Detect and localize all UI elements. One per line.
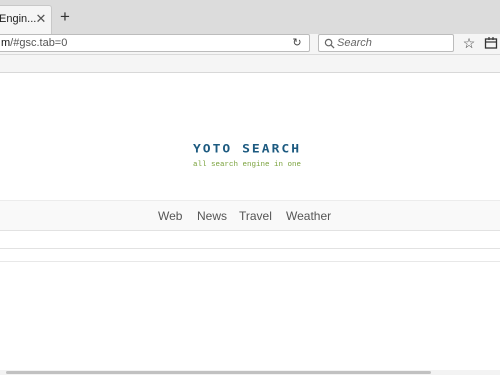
nav-bar: m/#gsc.tab=0 ↻ ☆ <box>0 34 500 55</box>
library-icon[interactable] <box>484 36 498 50</box>
tab-title: Engin... <box>0 13 37 25</box>
site-logo[interactable]: YOTO SEARCH all search engine in one <box>167 143 327 173</box>
search-category-nav: Web News Travel Weather <box>0 200 500 231</box>
nav-link-travel[interactable]: Travel <box>239 209 272 223</box>
nav-link-news[interactable]: News <box>197 209 227 223</box>
bookmarks-toolbar <box>0 55 500 73</box>
search-icon <box>324 38 335 49</box>
star-icon[interactable]: ☆ <box>461 35 477 51</box>
plus-icon[interactable]: + <box>57 8 73 25</box>
address-bar[interactable]: m/#gsc.tab=0 ↻ <box>0 34 310 52</box>
search-bar[interactable] <box>318 34 454 52</box>
tab-strip: Engin... ✕ + <box>0 0 500 35</box>
url-host: m <box>1 37 11 49</box>
reload-icon[interactable]: ↻ <box>291 37 303 49</box>
horizontal-scrollbar[interactable] <box>0 370 500 375</box>
logo-title: YOTO SEARCH <box>192 143 302 156</box>
close-icon[interactable]: ✕ <box>35 12 47 25</box>
logo-tagline: all search engine in one <box>192 161 302 169</box>
url-text: m/#gsc.tab=0 <box>1 37 67 49</box>
url-path: /#gsc.tab=0 <box>10 37 68 49</box>
search-input[interactable] <box>337 35 447 51</box>
nav-link-weather[interactable]: Weather <box>286 209 331 223</box>
results-divider <box>0 248 500 262</box>
scrollbar-thumb[interactable] <box>6 371 431 374</box>
browser-tab[interactable]: Engin... ✕ <box>0 5 52 34</box>
nav-link-web[interactable]: Web <box>158 209 182 223</box>
